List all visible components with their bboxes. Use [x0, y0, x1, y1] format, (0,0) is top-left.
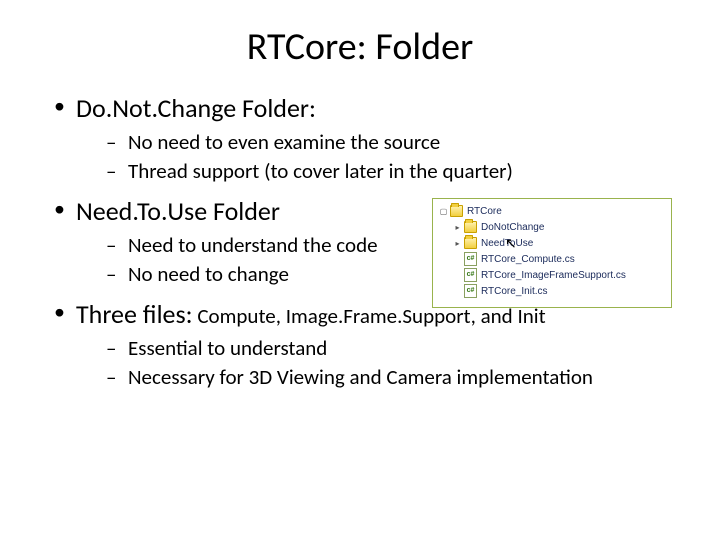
tree-row-root: ▢ RTCore — [439, 203, 667, 219]
tree-label: RTCore_ImageFrameSupport.cs — [481, 270, 626, 281]
expand-icon: ▸ — [453, 223, 462, 232]
folder-icon — [464, 237, 477, 249]
sub-list: Essential to understand Necessary for 3D… — [76, 335, 670, 392]
tree-row-folder: ▸ NeedToUse — [439, 235, 667, 251]
folder-icon — [450, 205, 463, 217]
tree-row-file: c# RTCore_Init.cs — [439, 283, 667, 299]
collapse-icon: ▢ — [439, 207, 448, 216]
folder-icon — [464, 221, 477, 233]
cs-file-icon: c# — [464, 285, 477, 297]
bullet-label: Do.Not.Change Folder: — [76, 92, 316, 124]
bullet-item: Do.Not.Change Folder: No need to even ex… — [50, 92, 670, 185]
sub-item: Necessary for 3D Viewing and Camera impl… — [106, 364, 670, 391]
tree-label: RTCore_Init.cs — [481, 286, 548, 297]
cs-file-icon: c# — [464, 253, 477, 265]
tree-row-folder: ▸ DoNotChange — [439, 219, 667, 235]
tree-label: DoNotChange — [481, 222, 544, 233]
bullet-label: Three files: — [76, 298, 193, 330]
tree-row-file: c# RTCore_ImageFrameSupport.cs — [439, 267, 667, 283]
sub-item: Essential to understand — [106, 335, 670, 362]
file-tree-panel: ▢ RTCore ▸ DoNotChange ▸ NeedToUse c# RT… — [432, 198, 672, 308]
expand-icon: ▸ — [453, 239, 462, 248]
tree-label: RTCore — [467, 206, 502, 217]
tree-label: NeedToUse — [481, 238, 533, 249]
tree-row-file: c# RTCore_Compute.cs — [439, 251, 667, 267]
cs-file-icon: c# — [464, 269, 477, 281]
sub-item: No need to even examine the source — [106, 129, 670, 156]
slide: RTCore: Folder Do.Not.Change Folder: No … — [0, 0, 720, 540]
tree-label: RTCore_Compute.cs — [481, 254, 575, 265]
sub-item: Thread support (to cover later in the qu… — [106, 158, 670, 185]
slide-title: RTCore: Folder — [50, 24, 670, 70]
bullet-label: Need.To.Use Folder — [76, 195, 280, 227]
sub-list: No need to even examine the source Threa… — [76, 129, 670, 186]
bullet-item: Three files: Compute, Image.Frame.Suppor… — [50, 298, 670, 391]
